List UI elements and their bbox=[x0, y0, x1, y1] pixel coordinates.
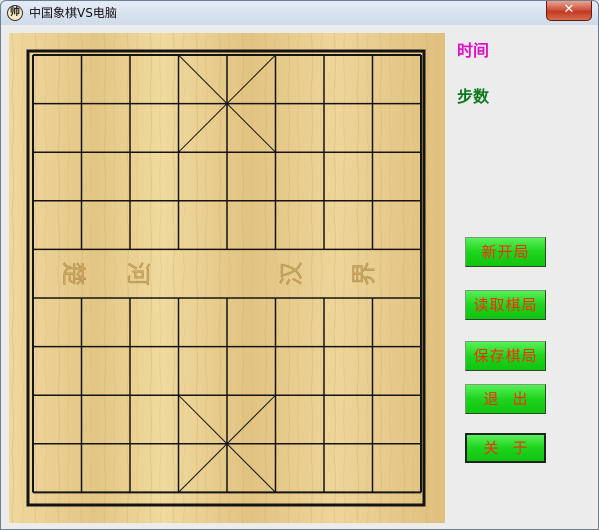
title-bar[interactable]: 帅 中国象棋VS电脑 ✕ bbox=[1, 1, 598, 25]
river-char: 汉 bbox=[278, 262, 306, 286]
new-game-button[interactable]: 新开局 bbox=[465, 237, 546, 267]
chess-app-icon[interactable]: 帅 bbox=[7, 5, 23, 21]
load-game-button[interactable]: 读取棋局 bbox=[465, 290, 546, 320]
chess-board[interactable]: 楚河汉界 bbox=[9, 33, 445, 527]
exit-button[interactable]: 退出 bbox=[465, 384, 546, 414]
save-game-button[interactable]: 保存棋局 bbox=[465, 341, 546, 371]
client-area: 楚 河 汉 界 时间 步数 新开局 读取棋局 保存棋局 退出 关于 bbox=[1, 25, 598, 529]
river-char: 界 bbox=[350, 262, 378, 286]
river-char: 楚 bbox=[60, 262, 88, 286]
about-button[interactable]: 关于 bbox=[465, 433, 546, 463]
time-label: 时间 bbox=[457, 41, 490, 60]
steps-label: 步数 bbox=[457, 87, 490, 106]
app-window: 帅 中国象棋VS电脑 ✕ 楚 河 汉 界 时间 步数 新开局 读取棋局 保存棋局… bbox=[0, 0, 599, 530]
river-char: 河 bbox=[124, 262, 152, 286]
close-button[interactable]: ✕ bbox=[546, 1, 592, 21]
window-title: 中国象棋VS电脑 bbox=[29, 6, 117, 20]
